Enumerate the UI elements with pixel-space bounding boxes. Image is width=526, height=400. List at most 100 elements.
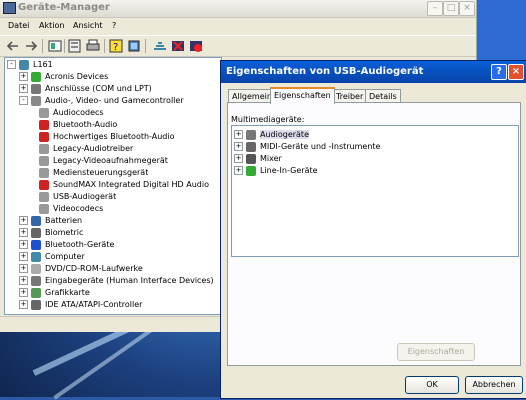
tree-item[interactable]: + Computer (19, 251, 85, 263)
print-icon[interactable] (86, 39, 100, 53)
disable-device-icon[interactable] (189, 39, 203, 53)
tree-label: Bluetooth-Audio (53, 120, 118, 129)
tree-item[interactable]: + Anschlüsse (COM und LPT) (19, 83, 152, 95)
tab-allgemein[interactable]: Allgemein (228, 89, 276, 103)
expand-toggle[interactable]: + (19, 288, 28, 297)
ok-button[interactable]: OK (405, 376, 459, 394)
hid-icon (31, 275, 41, 286)
list-item[interactable]: + Mixer (234, 153, 282, 164)
audio-disabled-icon (39, 119, 49, 130)
multimedia-device-list[interactable]: + Audiogeräte + MIDI-Geräte und -Instrument… (231, 125, 519, 257)
dialog-title-bar[interactable]: Eigenschaften von USB-Audiogerät ? × (221, 61, 526, 83)
tree-label: Mediensteuerungsgerät (53, 168, 149, 177)
menu-ansicht[interactable]: Ansicht (73, 21, 103, 30)
expand-toggle[interactable]: + (19, 72, 28, 81)
list-item-label: Audiogeräte (260, 130, 309, 139)
collapse-toggle[interactable]: - (7, 60, 16, 69)
tree-item[interactable]: Audiocodecs (39, 107, 104, 119)
forward-icon[interactable] (24, 39, 38, 53)
tree-item[interactable]: Mediensteuerungsgerät (39, 167, 148, 179)
cancel-button[interactable]: Abbrechen (465, 376, 523, 394)
title-bar[interactable]: Geräte-Manager – □ × (0, 0, 476, 18)
tree-item[interactable]: + Acronis Devices (19, 71, 108, 83)
mixer-icon (246, 153, 256, 164)
expand-toggle[interactable]: + (234, 130, 243, 139)
minimize-button[interactable]: – (427, 1, 443, 16)
back-icon[interactable] (6, 39, 20, 53)
tab-eigenschaften[interactable]: Eigenschaften (270, 87, 335, 104)
expand-toggle[interactable]: + (19, 84, 28, 93)
expand-toggle[interactable]: + (19, 228, 28, 237)
tree-label: Legacy-Audiotreiber (53, 144, 134, 153)
expand-toggle[interactable]: + (234, 154, 243, 163)
expand-toggle[interactable]: + (19, 216, 28, 225)
tree-label: Hochwertiges Bluetooth-Audio (53, 132, 175, 141)
menu-aktion[interactable]: Aktion (39, 21, 64, 30)
tree-item[interactable]: + DVD/CD-ROM-Laufwerke (19, 263, 143, 275)
tree-label: Acronis Devices (45, 72, 109, 81)
dialog-help-button[interactable]: ? (491, 64, 507, 80)
update-driver-icon[interactable] (153, 39, 167, 53)
tab-details[interactable]: Details (365, 89, 401, 103)
tree-item[interactable]: - Audio-, Video- und Gamecontroller (19, 95, 184, 107)
list-item[interactable]: + MIDI-Geräte und -Instrumente (234, 141, 380, 152)
tree-item[interactable]: + Batterien (19, 215, 82, 227)
view-icon[interactable] (48, 39, 62, 53)
close-button[interactable]: × (459, 1, 475, 16)
tree-item[interactable]: + Eingabegeräte (Human Interface Devices) (19, 275, 214, 287)
menu-help[interactable]: ? (112, 21, 116, 30)
scan-hardware-icon[interactable] (127, 39, 141, 53)
tree-item[interactable]: + Biometric (19, 227, 83, 239)
device-tree[interactable]: - L161 + Acronis Devices + Anschlüsse (COM un… (4, 57, 222, 315)
menu-bar: Datei Aktion Ansicht ? (0, 18, 476, 34)
expand-toggle[interactable]: + (19, 264, 28, 273)
audio-icon (31, 95, 41, 106)
toolbar: ? (0, 35, 476, 57)
window-title: Geräte-Manager (18, 2, 110, 13)
expand-toggle[interactable]: + (19, 240, 28, 249)
tree-item[interactable]: + IDE ATA/ATAPI-Controller (19, 299, 142, 311)
tree-item[interactable]: USB-Audiogerät (39, 191, 116, 203)
tree-item[interactable]: Legacy-Audiotreiber (39, 143, 133, 155)
tree-label: Computer (45, 252, 85, 261)
audio-disabled-icon (39, 131, 49, 142)
midi-icon (246, 141, 256, 152)
tree-item[interactable]: SoundMAX Integrated Digital HD Audio (39, 179, 209, 191)
list-item[interactable]: + Audiogeräte (234, 129, 309, 140)
svg-text:?: ? (113, 42, 118, 53)
properties-button[interactable]: Eigenschaften (397, 343, 475, 361)
help-icon[interactable]: ? (109, 39, 123, 53)
bluetooth-icon (31, 239, 41, 250)
tree-label: USB-Audiogerät (53, 192, 117, 201)
tree-label: SoundMAX Integrated Digital HD Audio (53, 180, 209, 189)
tree-item[interactable]: Legacy-Videoaufnahmegerät (39, 155, 168, 167)
tree-item[interactable]: Videocodecs (39, 203, 103, 215)
tree-label: Grafikkarte (45, 288, 90, 297)
expand-toggle[interactable]: + (234, 166, 243, 175)
audio-device-icon (39, 143, 49, 154)
uninstall-icon[interactable] (171, 39, 185, 53)
menu-datei[interactable]: Datei (8, 21, 29, 30)
dialog-close-button[interactable]: × (508, 64, 524, 80)
expand-toggle[interactable]: + (19, 252, 28, 261)
tree-label: Bluetooth-Geräte (45, 240, 115, 249)
tree-item[interactable]: Bluetooth-Audio (39, 119, 117, 131)
maximize-button[interactable]: □ (443, 1, 459, 16)
port-icon (31, 83, 41, 94)
tree-label: Audiocodecs (53, 108, 104, 117)
line-in-icon (246, 165, 256, 176)
tab-treiber[interactable]: Treiber (332, 89, 368, 103)
tree-item[interactable]: Hochwertiges Bluetooth-Audio (39, 131, 175, 143)
tree-item[interactable]: + Bluetooth-Geräte (19, 239, 114, 251)
properties-icon[interactable] (68, 39, 82, 53)
tree-item[interactable]: + Grafikkarte (19, 287, 90, 299)
expand-toggle[interactable]: + (19, 300, 28, 309)
expand-toggle[interactable]: + (19, 276, 28, 285)
audio-device-icon (39, 167, 49, 178)
list-item[interactable]: + Line-In-Geräte (234, 165, 318, 176)
speaker-icon (246, 129, 256, 140)
expand-toggle[interactable]: + (234, 142, 243, 151)
expand-toggle[interactable]: - (19, 96, 28, 105)
tree-label: Audio-, Video- und Gamecontroller (45, 96, 184, 105)
tree-root[interactable]: - L161 (7, 59, 53, 71)
